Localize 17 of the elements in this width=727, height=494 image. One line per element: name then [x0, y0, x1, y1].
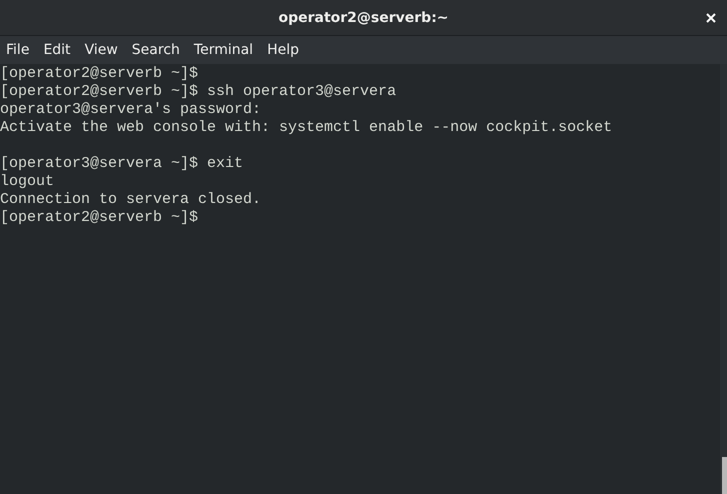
terminal-line: [operator2@serverb ~]$ ssh operator3@servera — [0, 83, 396, 101]
menu-item[interactable]: Terminal — [188, 40, 262, 60]
menu-item[interactable]: View — [78, 40, 126, 60]
menu-item[interactable]: Search — [126, 40, 188, 60]
menu-item[interactable]: File — [0, 40, 38, 60]
window-title: operator2@serverb:~ — [278, 10, 449, 26]
close-icon — [706, 13, 716, 23]
terminal-line: Connection to servera closed. — [0, 191, 262, 209]
terminal-line: operator3@servera's password: — [0, 101, 262, 119]
terminal-line: [operator2@serverb ~]$ — [0, 65, 198, 83]
terminal-line: [operator3@servera ~]$ exit — [0, 155, 244, 173]
menu-item[interactable]: Edit — [37, 40, 79, 60]
menu-item[interactable]: Help — [261, 40, 307, 60]
scrollbar-thumb[interactable] — [722, 457, 727, 494]
terminal-line: [operator2@serverb ~]$ — [0, 209, 198, 227]
terminal-line: Activate the web console with: systemctl enable --now cockpit.socket — [0, 119, 612, 137]
terminal-line: logout — [0, 173, 54, 191]
